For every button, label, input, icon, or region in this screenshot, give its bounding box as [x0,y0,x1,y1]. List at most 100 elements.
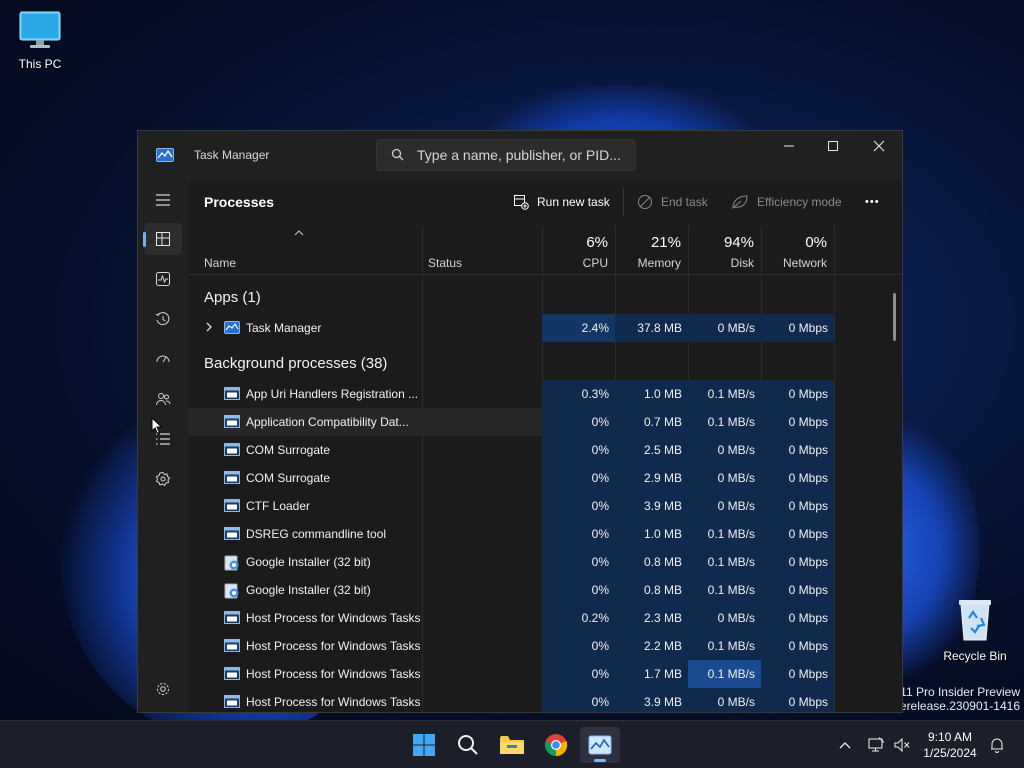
network-cell: 0 Mbps [761,688,834,712]
network-cell: 0 Mbps [761,520,834,548]
close-button[interactable] [856,131,902,161]
disk-cell: 0.1 MB/s [688,548,761,576]
column-divider [834,225,835,712]
table-row[interactable]: COM Surrogate 0% 2.9 MB 0 MB/s 0 Mbps [188,464,834,492]
task-manager-icon [224,321,240,337]
nav-settings[interactable] [144,673,182,705]
nav-app-history[interactable] [144,303,182,335]
cpu-cell: 0% [542,408,615,436]
chevron-right-icon[interactable] [205,322,213,332]
table-row[interactable]: Google Installer (32 bit) 0% 0.8 MB 0.1 MB/… [188,548,834,576]
nav-users[interactable] [144,383,182,415]
watermark-line: 11 Pro Insider Preview [900,685,1020,699]
clock-time: 9:10 AM [927,730,973,744]
run-new-task-button[interactable]: Run new task [513,188,610,216]
cpu-cell: 2.4% [542,314,615,342]
show-hidden-icons-button[interactable] [834,721,856,768]
search-icon [458,735,478,755]
minimize-button[interactable] [766,131,812,161]
toolbar-separator [623,188,624,216]
process-window-icon [224,443,240,459]
process-name: COM Surrogate [246,471,331,485]
disk-cell: 0.1 MB/s [688,632,761,660]
file-explorer-button[interactable] [492,727,532,763]
table-row[interactable]: Task Manager 2.4% 37.8 MB 0 MB/s 0 Mbps [188,314,834,342]
table-row[interactable]: CTF Loader 0% 3.9 MB 0 MB/s 0 Mbps [188,492,834,520]
column-header-status[interactable]: Status [422,225,542,275]
task-manager-icon [156,148,174,167]
desktop-icon-this-pc[interactable]: This PC [0,10,80,71]
clock[interactable]: 9:10 AM 1/25/2024 [918,729,982,761]
memory-cell: 2.2 MB [615,632,688,660]
table-row[interactable]: Google Installer (32 bit) 0% 0.8 MB 0.1 MB/… [188,576,834,604]
start-button[interactable] [404,727,444,763]
process-name: Host Process for Windows Tasks [246,639,421,653]
search-button[interactable] [448,727,488,763]
active-indicator [594,759,606,762]
table-row[interactable]: Host Process for Windows Tasks 0% 2.2 MB 0.… [188,632,834,660]
chrome-button[interactable] [536,727,576,763]
column-header-row: Name Status 6% CPU 21% Memory 94% Disk 0… [188,225,902,275]
desktop-icon-label: Recycle Bin [943,649,1007,663]
process-name: Google Installer (32 bit) [246,583,371,597]
end-task-button[interactable]: End task [637,188,708,216]
processes-panel: Processes Run new task End task Efficien… [188,179,902,712]
scrollbar-thumb[interactable] [893,293,896,341]
title-bar[interactable]: Task Manager [138,131,902,179]
column-header-network[interactable]: 0% Network [761,225,834,275]
notifications-button[interactable] [985,721,1009,768]
network-cell: 0 Mbps [761,380,834,408]
table-row[interactable]: Application Compatibility Dat... 0% 0.7 MB… [188,408,834,436]
desktop-icon-recycle-bin[interactable]: Recycle Bin [935,596,1015,663]
nav-services[interactable] [144,463,182,495]
navigation-sidebar [138,179,188,712]
group-header-background: Background processes (38) [204,355,388,372]
hamburger-menu-icon [156,194,170,206]
table-row[interactable]: Host Process for Windows Tasks 0% 1.7 MB 0.… [188,660,834,688]
maximize-button[interactable] [810,131,856,161]
table-row[interactable]: App Uri Handlers Registration ... 0.3% 1.0… [188,380,834,408]
memory-cell: 2.3 MB [615,604,688,632]
startup-apps-icon [156,355,170,363]
disk-cell: 0.1 MB/s [688,576,761,604]
memory-cell: 3.9 MB [615,688,688,712]
network-total-percent: 0% [805,234,827,251]
nav-menu-toggle[interactable] [144,184,182,216]
process-window-icon [224,527,240,543]
nav-details[interactable] [144,423,182,455]
task-manager-taskbar-button[interactable] [580,727,620,763]
table-row[interactable]: Host Process for Windows Tasks 0% 3.9 MB 0 … [188,688,834,712]
installer-icon [224,555,240,574]
process-window-icon [224,695,240,711]
nav-startup-apps[interactable] [144,343,182,375]
network-status-button[interactable] [864,721,888,768]
more-options-button[interactable]: ••• [865,188,880,216]
more-icon: ••• [865,196,880,208]
network-cell: 0 Mbps [761,660,834,688]
cpu-cell: 0% [542,520,615,548]
nav-performance[interactable] [144,263,182,295]
network-cell: 0 Mbps [761,436,834,464]
table-row[interactable]: DSREG commandline tool 0% 1.0 MB 0.1 MB/s 0 … [188,520,834,548]
cpu-cell: 0% [542,632,615,660]
settings-icon [157,683,169,695]
processes-icon [156,232,170,246]
disk-cell: 0.1 MB/s [688,520,761,548]
column-header-name[interactable]: Name [188,225,422,275]
nav-processes[interactable] [143,223,182,255]
column-header-disk[interactable]: 94% Disk [688,225,761,275]
volume-button[interactable] [890,721,914,768]
users-icon [156,393,171,406]
command-bar: Processes Run new task End task Efficien… [188,179,902,225]
process-name: Host Process for Windows Tasks [246,695,421,709]
search-input[interactable] [417,140,627,170]
cpu-total-percent: 6% [586,234,608,251]
table-row[interactable]: COM Surrogate 0% 2.5 MB 0 MB/s 0 Mbps [188,436,834,464]
search-box[interactable] [376,139,636,171]
memory-cell: 1.0 MB [615,380,688,408]
table-row[interactable]: Host Process for Windows Tasks 0.2% 2.3 MB… [188,604,834,632]
efficiency-mode-button[interactable]: Efficiency mode [731,188,842,216]
process-name: App Uri Handlers Registration ... [246,387,419,401]
column-header-cpu[interactable]: 6% CPU [542,225,615,275]
column-header-memory[interactable]: 21% Memory [615,225,688,275]
